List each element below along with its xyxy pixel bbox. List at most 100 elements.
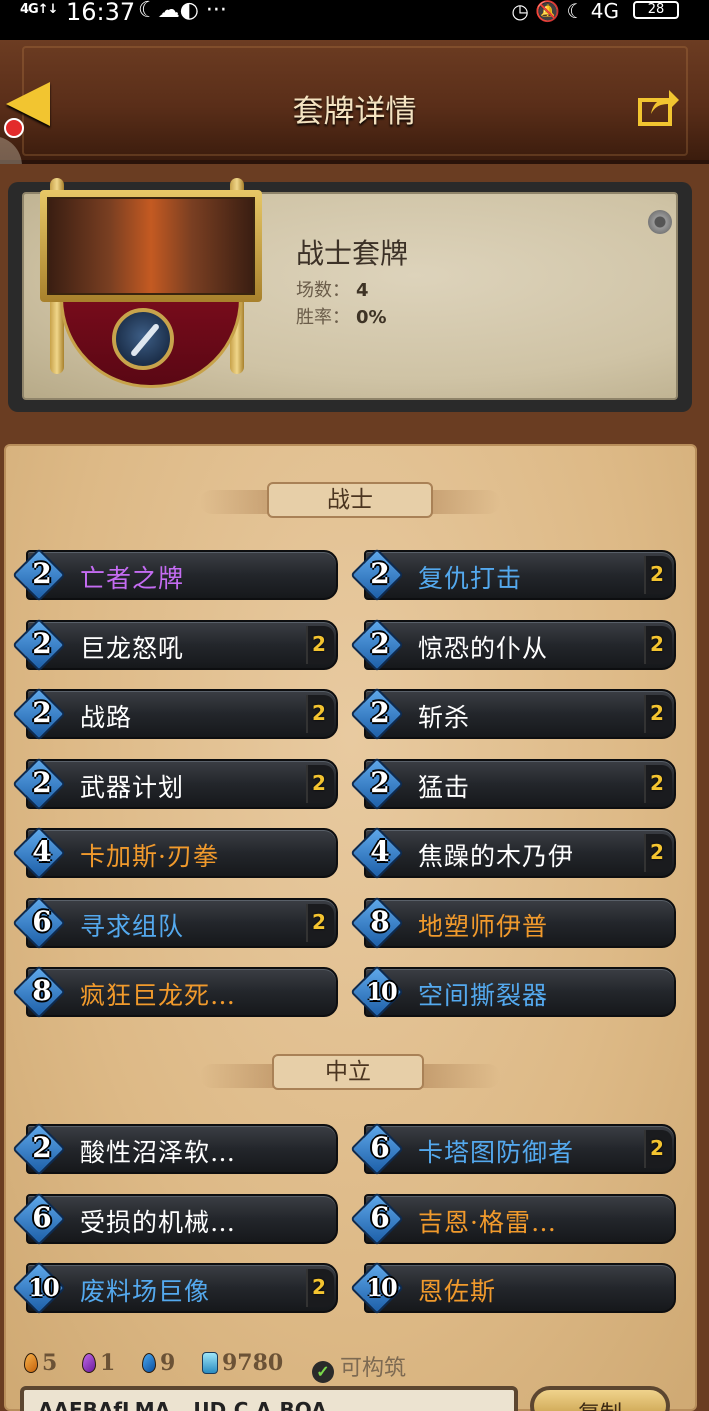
share-icon — [638, 90, 679, 126]
card-name: 亡者之牌 — [80, 564, 185, 593]
section-header-warrior: 战士 — [0, 470, 709, 530]
card-cost: 10 — [366, 1273, 397, 1302]
card-count-badge: 2 — [306, 695, 334, 733]
card-count: 2 — [650, 770, 664, 795]
page-title: 套牌详情 — [292, 94, 417, 130]
card-cost: 4 — [32, 835, 52, 868]
notification-icons: ☾☁◐ ··· — [138, 0, 227, 23]
winrate-value: 0% — [356, 307, 387, 328]
deck-code-field[interactable]: AAEBAfLMA...UD,C,A,BOA — [20, 1386, 518, 1411]
card-name: 卡加斯·刃拳 — [80, 842, 219, 871]
hero-portrait — [40, 190, 262, 302]
legendary-gem-icon — [24, 1353, 38, 1373]
games-stat: 场数： 4 — [296, 276, 369, 302]
card-count-badge: 2 — [306, 764, 334, 803]
clock: 16:37 — [66, 0, 136, 26]
card-bar — [364, 1263, 676, 1313]
card-name: 战路 — [80, 703, 133, 732]
card-count: 2 — [312, 770, 326, 795]
card-name: 地塑师伊普 — [418, 911, 549, 941]
card-row[interactable]: 2 复仇打击 2 — [350, 548, 676, 602]
dust-cost: 9780 — [202, 1350, 283, 1376]
card-row[interactable]: 8 地塑师伊普 — [350, 895, 676, 950]
card-name: 恩佐斯 — [418, 1277, 497, 1306]
card-bar — [26, 689, 338, 739]
card-row[interactable]: 8 疯狂巨龙死… — [12, 965, 338, 1019]
card-row[interactable]: 2 武器计划 2 — [12, 756, 338, 811]
card-row[interactable]: 6 吉恩·格雷… — [350, 1191, 676, 1246]
card-name: 吉恩·格雷… — [418, 1207, 557, 1237]
card-name: 巨龙怒吼 — [80, 633, 185, 663]
card-row[interactable]: 2 亡者之牌 — [12, 548, 338, 602]
epic-count: 1 — [82, 1350, 115, 1376]
card-row[interactable]: 2 猛击 2 — [350, 756, 676, 811]
card-name: 斩杀 — [418, 703, 471, 732]
card-cost: 2 — [32, 765, 52, 799]
card-name: 复仇打击 — [418, 564, 523, 593]
card-name: 疯狂巨龙死… — [80, 981, 237, 1010]
buildable-status: ✓ 可构筑 — [312, 1350, 406, 1383]
card-cost: 2 — [370, 557, 390, 590]
section-label-neutral: 中立 — [272, 1054, 424, 1090]
card-count: 2 — [650, 1136, 664, 1160]
status-bar: 4G↑↓ 16:37 ☾☁◐ ··· ◷ 🔕 ☾ 4G 28 — [0, 0, 709, 40]
card-row[interactable]: 6 寻求组队 2 — [12, 895, 338, 950]
dust-icon — [202, 1352, 218, 1374]
rare-gem-icon — [142, 1353, 156, 1373]
card-count: 2 — [312, 1275, 326, 1299]
notification-dot — [4, 118, 24, 138]
warrior-class-icon — [112, 308, 174, 370]
card-name: 空间撕裂器 — [418, 981, 549, 1010]
card-row[interactable]: 10 空间撕裂器 — [350, 965, 676, 1019]
card-name: 卡塔图防御者 — [418, 1138, 575, 1167]
signal-icon: 4G↑↓ — [20, 2, 59, 17]
deck-summary: 5 1 9 9780 ✓ 可构筑 — [24, 1346, 704, 1383]
card-name: 酸性沼泽软… — [80, 1138, 237, 1167]
section-header-neutral: 中立 — [0, 1044, 709, 1104]
card-count: 2 — [650, 631, 664, 656]
section-label-warrior: 战士 — [267, 482, 433, 518]
card-cost: 2 — [32, 1131, 52, 1164]
card-cost: 10 — [366, 977, 397, 1006]
card-count-badge: 2 — [306, 903, 334, 942]
card-count-badge: 2 — [644, 764, 672, 803]
winrate-label: 胜率： — [296, 307, 350, 328]
card-name: 寻求组队 — [80, 911, 185, 941]
hero-image — [47, 197, 255, 295]
card-row[interactable]: 4 焦躁的木乃伊 2 — [350, 826, 676, 880]
copy-button[interactable]: 复制 — [530, 1386, 670, 1411]
card-row[interactable]: 10 废料场巨像 2 — [12, 1261, 338, 1315]
card-count: 2 — [312, 909, 326, 934]
card-name: 焦躁的木乃伊 — [418, 842, 575, 871]
card-bar — [364, 689, 676, 739]
card-cost: 6 — [32, 1200, 52, 1234]
card-count: 2 — [312, 631, 326, 656]
card-count-badge: 2 — [644, 834, 672, 872]
legendary-count: 5 — [24, 1350, 57, 1376]
card-count: 2 — [650, 562, 664, 586]
deck-name: 战士套牌 — [296, 237, 409, 270]
card-cost: 4 — [370, 835, 390, 868]
card-row[interactable]: 2 战路 2 — [12, 687, 338, 741]
card-cost: 2 — [32, 696, 52, 729]
card-row[interactable]: 10 恩佐斯 — [350, 1261, 676, 1315]
system-icons: ◷ 🔕 ☾ 4G — [511, 0, 619, 23]
card-count: 2 — [650, 840, 664, 864]
card-cost: 2 — [32, 626, 52, 660]
card-row[interactable]: 2 巨龙怒吼 2 — [12, 617, 338, 672]
card-cost: 6 — [370, 1131, 390, 1164]
card-row[interactable]: 2 酸性沼泽软… — [12, 1122, 338, 1176]
card-row[interactable]: 6 卡塔图防御者 2 — [350, 1122, 676, 1176]
card-name: 武器计划 — [80, 772, 185, 802]
card-row[interactable]: 4 卡加斯·刃拳 — [12, 826, 338, 880]
card-count-badge: 2 — [306, 1269, 334, 1307]
epic-gem-icon — [82, 1353, 96, 1373]
games-value: 4 — [356, 280, 369, 301]
card-row[interactable]: 2 惊恐的仆从 2 — [350, 617, 676, 672]
card-row[interactable]: 2 斩杀 2 — [350, 687, 676, 741]
card-name: 猛击 — [418, 772, 471, 802]
card-count: 2 — [312, 701, 326, 725]
share-button[interactable] — [637, 86, 681, 128]
card-count-badge: 2 — [644, 1130, 672, 1168]
card-row[interactable]: 6 受损的机械… — [12, 1191, 338, 1246]
